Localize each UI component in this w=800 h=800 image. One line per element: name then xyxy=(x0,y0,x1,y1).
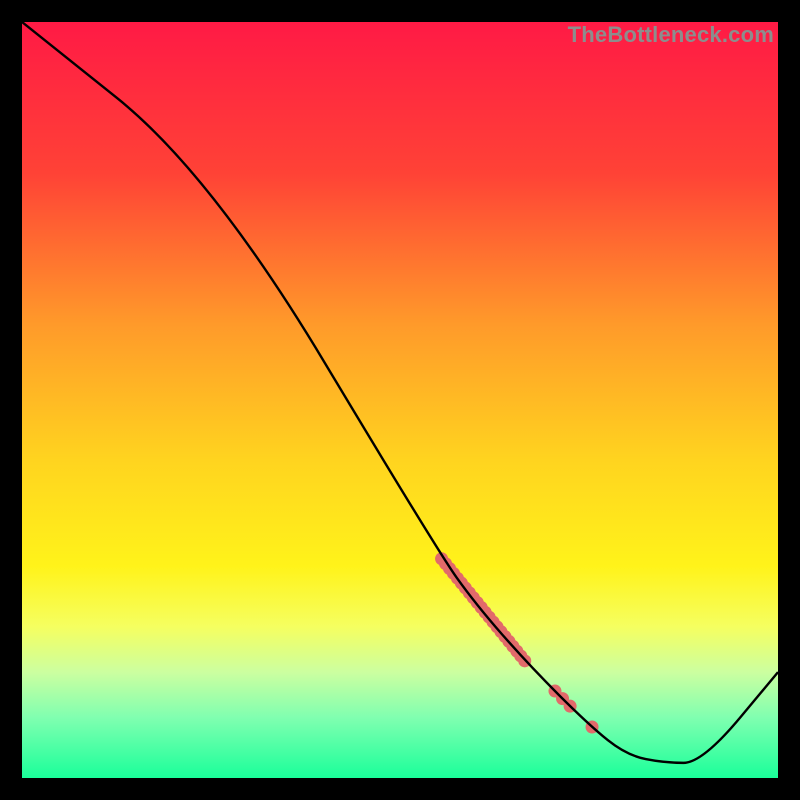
chart-svg xyxy=(22,22,778,778)
plot-area: TheBottleneck.com xyxy=(22,22,778,778)
chart-frame: TheBottleneck.com xyxy=(0,0,800,800)
chart-background xyxy=(22,22,778,778)
watermark-text: TheBottleneck.com xyxy=(568,22,774,48)
